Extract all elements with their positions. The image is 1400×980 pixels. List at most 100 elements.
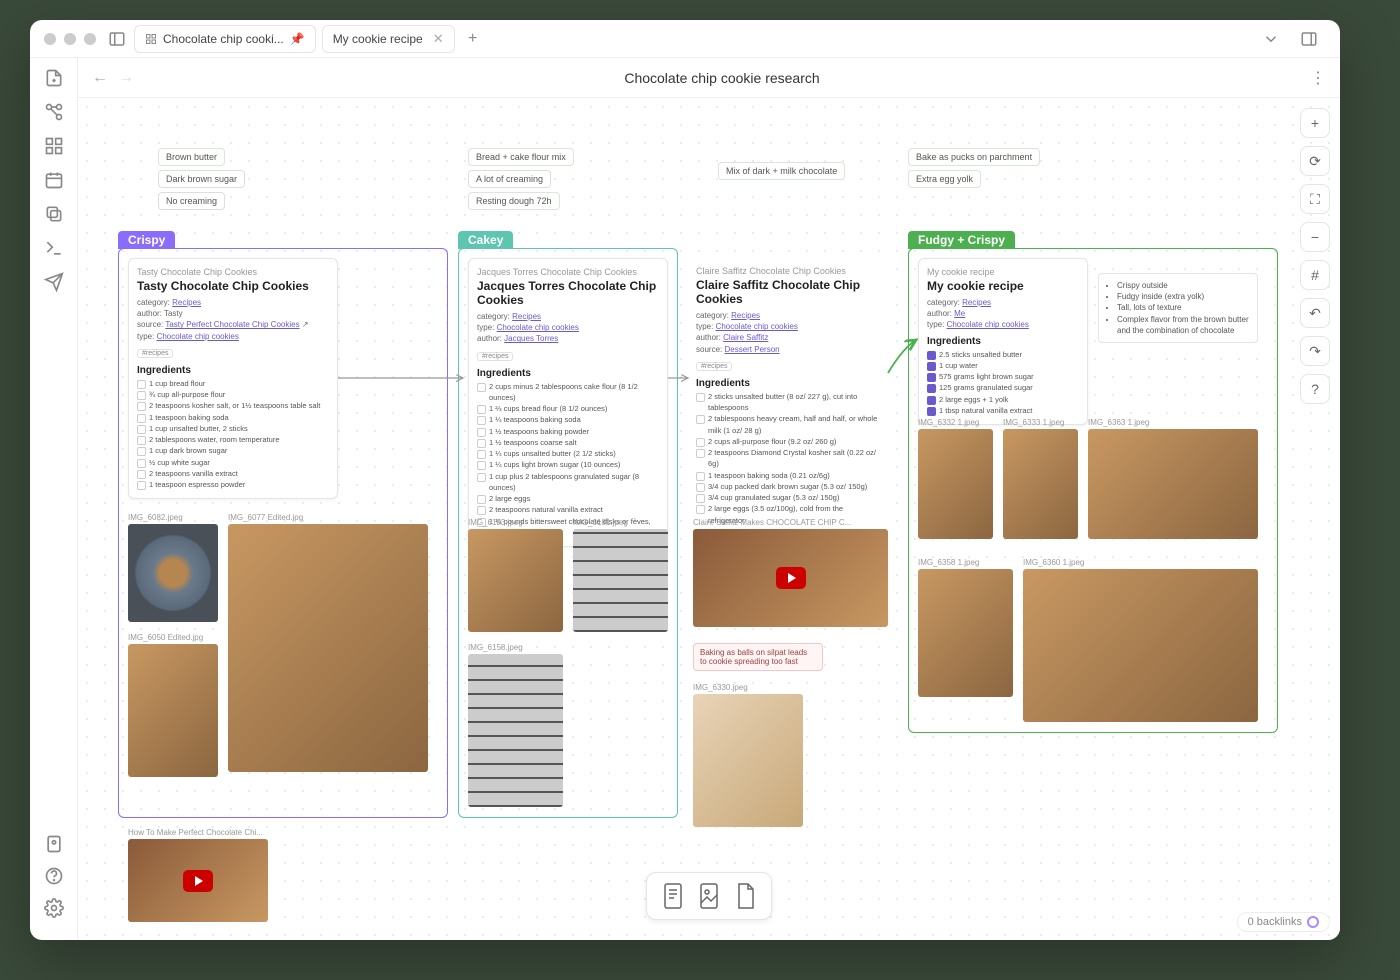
note[interactable]: No creaming bbox=[158, 192, 225, 210]
ingredient-item[interactable]: 125 grams granulated sugar bbox=[927, 382, 1079, 393]
fullscreen-button[interactable]: ⛶ bbox=[1300, 184, 1330, 214]
grid-button[interactable]: # bbox=[1300, 260, 1330, 290]
ingredient-item[interactable]: 1 ¼ cups light brown sugar (10 ounces) bbox=[477, 459, 659, 470]
insert-media-icon[interactable] bbox=[697, 881, 721, 911]
ingredient-item[interactable]: 2 cups all-purpose flour (9.2 oz/ 260 g) bbox=[696, 436, 880, 447]
ingredient-item[interactable]: 1 ⅔ cups bread flour (8 1/2 ounces) bbox=[477, 403, 659, 414]
send-icon[interactable] bbox=[44, 272, 64, 292]
location-icon[interactable] bbox=[44, 834, 64, 854]
close-icon[interactable]: ✕ bbox=[433, 31, 444, 47]
minimize-dot[interactable] bbox=[64, 33, 76, 45]
zoom-out-button[interactable]: − bbox=[1300, 222, 1330, 252]
card-saffitz[interactable]: Claire Saffitz Chocolate Chip Cookies Cl… bbox=[688, 258, 888, 534]
note[interactable]: Resting dough 72h bbox=[468, 192, 560, 210]
ingredient-item[interactable]: 2 teaspoons kosher salt, or 1½ teaspoons… bbox=[137, 400, 329, 411]
desc-box[interactable]: Crispy outsideFudgy inside (extra yolk)T… bbox=[1098, 273, 1258, 343]
ingredient-item[interactable]: ¾ cup all-purpose flour bbox=[137, 389, 329, 400]
copy-icon[interactable] bbox=[44, 204, 64, 224]
ingredient-item[interactable]: 2 sticks unsalted butter (8 oz/ 227 g), … bbox=[696, 391, 880, 414]
note[interactable]: Mix of dark + milk chocolate bbox=[718, 162, 845, 180]
zoom-in-button[interactable]: + bbox=[1300, 108, 1330, 138]
ingredient-item[interactable]: ½ cup white sugar bbox=[137, 457, 329, 468]
tab-research[interactable]: Chocolate chip cooki... 📌 bbox=[134, 25, 316, 53]
calendar-icon[interactable] bbox=[44, 170, 64, 190]
refresh-button[interactable]: ⟳ bbox=[1300, 146, 1330, 176]
ingredient-item[interactable]: 575 grams light brown sugar bbox=[927, 371, 1079, 382]
image[interactable]: IMG_6077 Edited.jpg bbox=[228, 513, 428, 773]
warning-note[interactable]: Baking as balls on silpat leads to cooki… bbox=[693, 643, 823, 671]
card-tasty[interactable]: Tasty Chocolate Chip Cookies Tasty Choco… bbox=[128, 258, 338, 499]
note[interactable]: Bread + cake flour mix bbox=[468, 148, 574, 166]
pin-icon[interactable]: 📌 bbox=[290, 32, 305, 46]
ingredient-item[interactable]: 1 ½ teaspoons baking powder bbox=[477, 426, 659, 437]
ingredient-item[interactable]: 2 teaspoons natural vanilla extract bbox=[477, 504, 659, 515]
tab-my-recipe[interactable]: My cookie recipe ✕ bbox=[322, 25, 455, 53]
tag-chip[interactable]: #recipes bbox=[696, 362, 732, 371]
forward-button[interactable]: → bbox=[118, 69, 134, 87]
tag-chip[interactable]: #recipes bbox=[477, 352, 513, 361]
note[interactable]: Extra egg yolk bbox=[908, 170, 981, 188]
sidebar-toggle-icon[interactable] bbox=[108, 30, 126, 48]
grid-icon[interactable] bbox=[44, 136, 64, 156]
ingredient-item[interactable]: 1 teaspoon baking soda bbox=[137, 412, 329, 423]
ingredient-item[interactable]: 1 teaspoon baking soda (0.21 oz/6g) bbox=[696, 470, 880, 481]
image[interactable]: IMG_6332 1.jpeg bbox=[918, 418, 993, 540]
ingredient-item[interactable]: 3/4 cup granulated sugar (5.3 oz/ 150g) bbox=[696, 492, 880, 503]
ingredient-item[interactable]: 2.5 sticks unsalted butter bbox=[927, 349, 1079, 360]
tag-chip[interactable]: #recipes bbox=[137, 349, 173, 358]
zoom-dot[interactable] bbox=[84, 33, 96, 45]
card-mine[interactable]: My cookie recipe My cookie recipe catego… bbox=[918, 258, 1088, 425]
ingredient-item[interactable]: 2 large eggs bbox=[477, 493, 659, 504]
ingredient-item[interactable]: 1 ¼ teaspoons baking soda bbox=[477, 414, 659, 425]
note[interactable]: A lot of creaming bbox=[468, 170, 551, 188]
ingredient-item[interactable]: 1 cup water bbox=[927, 360, 1079, 371]
ingredient-item[interactable]: 1 cup plus 2 tablespoons granulated suga… bbox=[477, 471, 659, 494]
image[interactable]: IMG_6358 1.jpeg bbox=[918, 558, 1013, 698]
image[interactable]: IMG_6158.jpeg bbox=[468, 643, 563, 808]
note[interactable]: Brown butter bbox=[158, 148, 225, 166]
image[interactable]: IMG_6082.jpeg bbox=[128, 513, 218, 623]
ingredient-item[interactable]: 1 teaspoon espresso powder bbox=[137, 479, 329, 490]
ingredient-item[interactable]: 2 teaspoons Diamond Crystal kosher salt … bbox=[696, 447, 880, 470]
backlinks-badge[interactable]: 0 backlinks bbox=[1237, 912, 1330, 932]
ingredient-item[interactable]: 2 tablespoons heavy cream, half and half… bbox=[696, 413, 880, 436]
ingredient-item[interactable]: 1 ¼ cups unsalted butter (2 1/2 sticks) bbox=[477, 448, 659, 459]
gear-icon[interactable] bbox=[44, 898, 64, 918]
ingredient-item[interactable]: 1 cup dark brown sugar bbox=[137, 445, 329, 456]
note[interactable]: Bake as pucks on parchment bbox=[908, 148, 1040, 166]
card-torres[interactable]: Jacques Torres Chocolate Chip Cookies Ja… bbox=[468, 258, 668, 547]
ingredient-item[interactable]: 2 teaspoons vanilla extract bbox=[137, 468, 329, 479]
image[interactable]: IMG_6181.jpeg bbox=[573, 518, 668, 633]
add-tab-button[interactable]: + bbox=[461, 27, 485, 51]
ingredient-item[interactable]: 1 ½ teaspoons coarse salt bbox=[477, 437, 659, 448]
ingredient-item[interactable]: 1 tbsp natural vanilla extract bbox=[927, 405, 1079, 416]
ingredient-item[interactable]: 1 cup unsalted butter, 2 sticks bbox=[137, 423, 329, 434]
image[interactable]: IMG_6193.jpeg bbox=[468, 518, 563, 633]
video-embed[interactable]: How To Make Perfect Chocolate Chi... bbox=[128, 828, 268, 923]
terminal-icon[interactable] bbox=[44, 238, 64, 258]
chevron-down-icon[interactable] bbox=[1262, 30, 1280, 48]
canvas-help-button[interactable]: ? bbox=[1300, 374, 1330, 404]
close-dot[interactable] bbox=[44, 33, 56, 45]
ingredient-item[interactable]: 1 cup bread flour bbox=[137, 378, 329, 389]
back-button[interactable]: ← bbox=[92, 69, 108, 87]
insert-text-icon[interactable] bbox=[661, 881, 685, 911]
image[interactable]: IMG_6333 1.jpeg bbox=[1003, 418, 1078, 540]
more-menu-icon[interactable]: ⋮ bbox=[1310, 68, 1326, 88]
image[interactable]: IMG_6363 1.jpeg bbox=[1088, 418, 1258, 540]
image[interactable]: IMG_6360 1.jpeg bbox=[1023, 558, 1258, 723]
new-note-icon[interactable] bbox=[44, 68, 64, 88]
image[interactable]: IMG_6050 Edited.jpg bbox=[128, 633, 218, 778]
video-embed[interactable]: Claire Saffitz Makes CHOCOLATE CHIP C... bbox=[693, 518, 888, 628]
ingredient-item[interactable]: 2 large eggs + 1 yolk bbox=[927, 394, 1079, 405]
help-icon[interactable] bbox=[44, 866, 64, 886]
canvas[interactable]: + ⟳ ⛶ − # ↶ ↷ ? Brown butter Dark brown … bbox=[78, 98, 1340, 940]
insert-blank-icon[interactable] bbox=[733, 881, 757, 911]
ingredient-item[interactable]: 2 cups minus 2 tablespoons cake flour (8… bbox=[477, 381, 659, 404]
redo-button[interactable]: ↷ bbox=[1300, 336, 1330, 366]
ingredient-item[interactable]: 3/4 cup packed dark brown sugar (5.3 oz/… bbox=[696, 481, 880, 492]
image[interactable]: IMG_6330.jpeg bbox=[693, 683, 803, 828]
undo-button[interactable]: ↶ bbox=[1300, 298, 1330, 328]
note[interactable]: Dark brown sugar bbox=[158, 170, 245, 188]
graph-icon[interactable] bbox=[44, 102, 64, 122]
